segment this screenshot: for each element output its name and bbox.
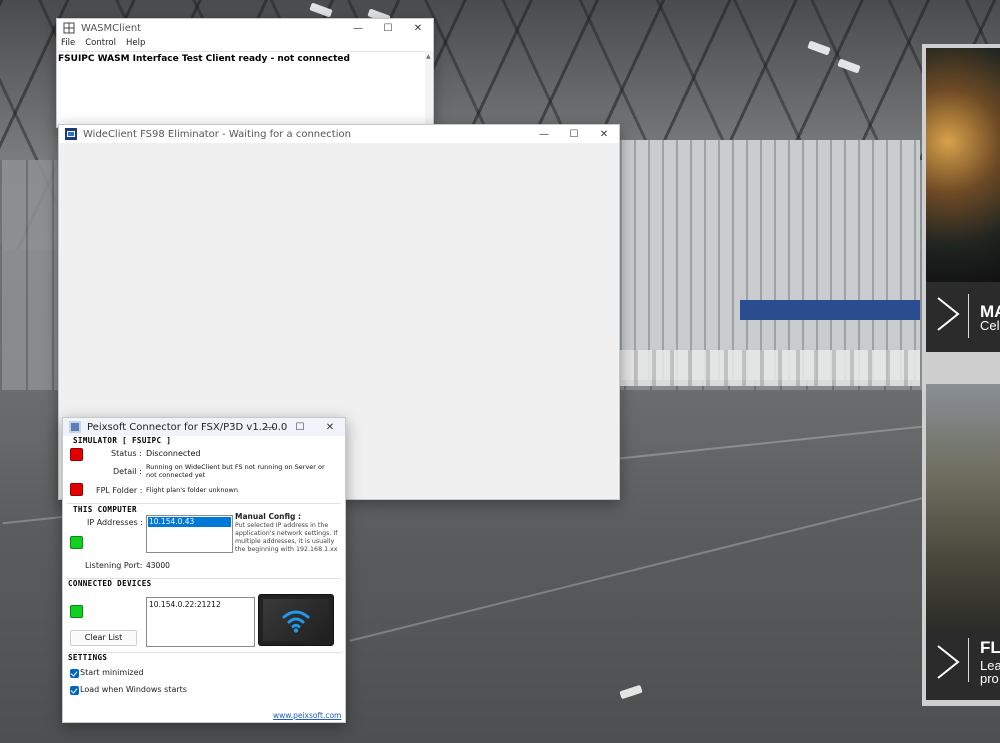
hangar-door xyxy=(620,140,920,380)
promo-card-1[interactable]: MA Cel xyxy=(926,282,1000,352)
close-button[interactable]: ✕ xyxy=(315,418,345,436)
network-indicator xyxy=(70,536,83,549)
wideclient-app-icon xyxy=(65,128,77,140)
load-on-start-label[interactable]: Load when Windows starts xyxy=(80,685,187,694)
connected-device-image xyxy=(258,594,334,646)
card-divider xyxy=(968,294,969,338)
chevron-right-icon xyxy=(937,645,960,679)
start-minimized-checkbox[interactable] xyxy=(70,669,79,678)
connected-devices-heading: CONNECTED DEVICES xyxy=(68,579,152,588)
ip-address-item[interactable]: 10.154.0.43 xyxy=(148,517,231,527)
status-label: Status : xyxy=(111,449,142,458)
detail-value: Running on WideClient but FS not running… xyxy=(146,463,325,479)
minimize-button[interactable]: — xyxy=(343,19,373,37)
vertical-scrollbar[interactable]: ▲ xyxy=(425,51,433,127)
section-divider xyxy=(67,503,341,504)
fpl-folder-value: Flight plan's folder unknown xyxy=(146,486,238,494)
card-title: FL xyxy=(980,638,1000,657)
peixsoft-app-icon xyxy=(69,421,81,433)
status-value: Disconnected xyxy=(146,449,201,458)
maximize-button[interactable]: ☐ xyxy=(285,418,315,436)
menu-control[interactable]: Control xyxy=(85,38,116,51)
minimize-button[interactable]: — xyxy=(255,418,285,436)
start-minimized-label[interactable]: Start minimized xyxy=(80,668,144,677)
menu-help[interactable]: Help xyxy=(126,38,145,51)
window-title: WASMClient xyxy=(81,22,142,34)
peixsoft-connector-window[interactable]: Peixsoft Connector for FSX/P3D v1.2.0.0 … xyxy=(62,417,346,723)
card-subtitle-2: pro xyxy=(980,671,999,686)
manual-config-text: Put selected IP address in the applicati… xyxy=(235,522,338,553)
log-area[interactable]: FSUIPC WASM Interface Test Client ready … xyxy=(57,51,425,127)
device-item[interactable]: 10.154.0.22:21212 xyxy=(149,600,221,609)
menu-bar: File Control Help xyxy=(57,38,145,51)
clear-list-button[interactable]: Clear List xyxy=(70,630,137,646)
settings-heading: SETTINGS xyxy=(68,653,108,662)
devices-indicator xyxy=(70,605,83,618)
menu-file[interactable]: File xyxy=(61,38,75,51)
card-divider xyxy=(968,638,969,682)
listening-port-field[interactable]: 43000 xyxy=(143,557,175,573)
maximize-button[interactable]: ☐ xyxy=(559,125,589,143)
ip-addresses-label: IP Addresses : xyxy=(87,518,143,527)
fpl-folder-label: FPL Folder : xyxy=(96,486,143,495)
detail-label: Detail : xyxy=(113,467,142,476)
promo-card-2[interactable]: FL Lea pro xyxy=(926,628,1000,700)
close-button[interactable]: ✕ xyxy=(589,125,619,143)
promo-card-image-1[interactable] xyxy=(926,48,1000,282)
hangar-beam xyxy=(740,300,920,320)
scroll-up-icon[interactable]: ▲ xyxy=(426,53,431,60)
hangar-vehicles xyxy=(620,350,920,386)
wifi-icon xyxy=(282,610,310,633)
this-computer-heading: THIS COMPUTER xyxy=(73,505,137,514)
fpl-indicator xyxy=(70,483,83,496)
status-indicator xyxy=(70,448,83,461)
load-on-start-checkbox[interactable] xyxy=(70,686,79,695)
window-title: WideClient FS98 Eliminator - Waiting for… xyxy=(83,128,351,140)
wasmclient-window[interactable]: WASMClient — ☐ ✕ File Control Help FSUIP… xyxy=(56,18,434,128)
device-screen xyxy=(263,599,329,641)
connected-devices-list[interactable]: 10.154.0.22:21212 xyxy=(146,597,255,647)
peixsoft-website-link[interactable]: www.peixsoft.com xyxy=(273,711,341,720)
simulator-heading: SIMULATOR [ FSUIPC ] xyxy=(73,436,172,445)
manual-config-title: Manual Config : xyxy=(235,512,301,521)
status-message: FSUIPC WASM Interface Test Client ready … xyxy=(58,54,350,64)
app-grid-icon xyxy=(63,22,75,34)
ip-address-list[interactable]: 10.154.0.43 xyxy=(146,515,233,553)
card-subtitle: Cel xyxy=(980,318,1000,333)
minimize-button[interactable]: — xyxy=(529,125,559,143)
promo-card-image-2[interactable] xyxy=(926,384,1000,628)
chevron-right-icon xyxy=(937,297,960,331)
close-button[interactable]: ✕ xyxy=(403,19,433,37)
section-divider xyxy=(67,652,341,653)
port-value: 43000 xyxy=(146,561,170,570)
listening-port-label: Listening Port: xyxy=(85,561,143,570)
maximize-button[interactable]: ☐ xyxy=(373,19,403,37)
